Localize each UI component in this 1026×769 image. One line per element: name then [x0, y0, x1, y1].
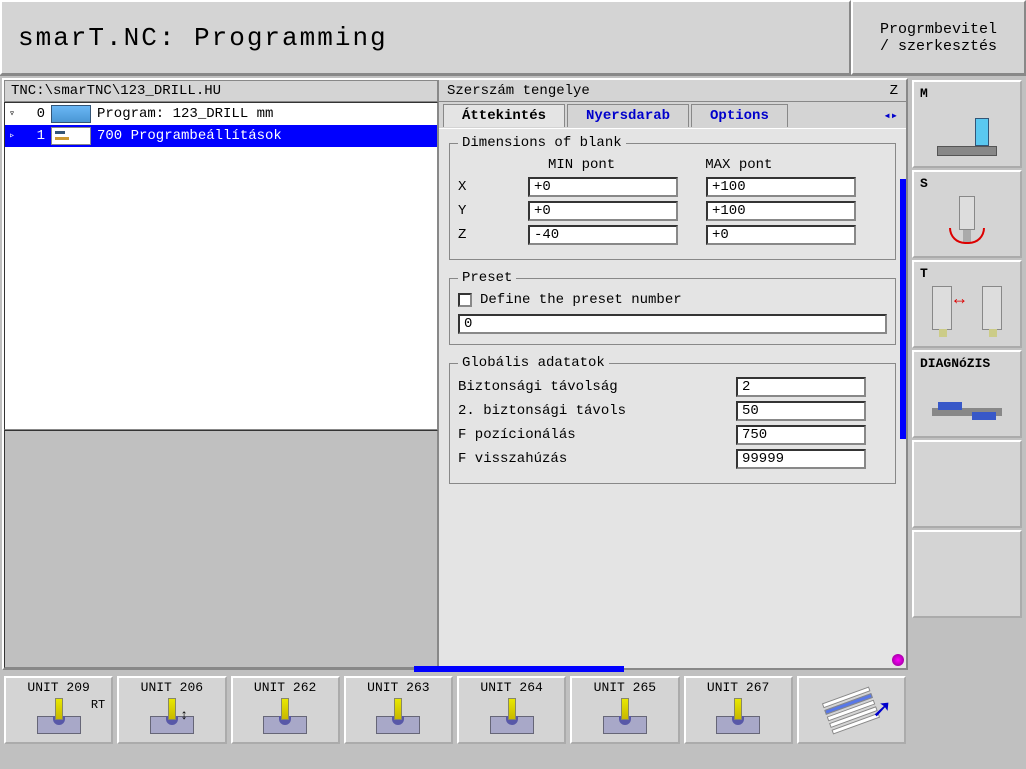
unit-icon: [708, 698, 768, 734]
mode-line2: / szerkesztés: [880, 38, 997, 55]
file-path: TNC:\smarTNC\123_DRILL.HU: [4, 80, 438, 102]
preset-checkbox[interactable]: [458, 293, 472, 307]
global-input[interactable]: [736, 425, 866, 445]
side-letter: M: [920, 86, 928, 101]
dimensions-fieldset: Dimensions of blank MIN pont MAX pont X …: [449, 135, 896, 260]
tree-label: Program: 123_DRILL mm: [97, 106, 273, 122]
app-title: smarT.NC: Programming: [0, 0, 851, 75]
global-fieldset: Globális adatatok Biztonsági távolság 2.…: [449, 355, 896, 484]
softkey-unit-262[interactable]: UNIT 262: [231, 676, 340, 744]
global-label: F visszahúzás: [458, 451, 736, 467]
tab-scroll-right-icon[interactable]: ◂▸: [880, 108, 902, 123]
global-input[interactable]: [736, 401, 866, 421]
softkey-label: UNIT 262: [254, 680, 316, 696]
unit-icon: [595, 698, 655, 734]
min-input-Y[interactable]: [528, 201, 678, 221]
side-button-diag[interactable]: DIAGNóZIS: [912, 350, 1022, 438]
preset-number-input[interactable]: [458, 314, 887, 334]
machine-icon: [937, 116, 997, 156]
graphic-preview: [4, 430, 438, 668]
global-input[interactable]: [736, 449, 866, 469]
unit-icon: [255, 698, 315, 734]
unit-icon: [368, 698, 428, 734]
max-input-X[interactable]: [706, 177, 856, 197]
softkey-unit-209[interactable]: UNIT 209 RT: [4, 676, 113, 744]
softkey-label: UNIT 209: [27, 680, 89, 696]
tab-options[interactable]: Options: [691, 104, 788, 127]
mode-line1: Progrmbevitel: [880, 21, 997, 38]
softkey-unit-267[interactable]: UNIT 267: [684, 676, 793, 744]
side-button-empty[interactable]: [912, 440, 1022, 528]
progress-indicator: [414, 666, 624, 672]
max-input-Z[interactable]: [706, 225, 856, 245]
softkey-unit-264[interactable]: UNIT 264: [457, 676, 566, 744]
softkey-label: UNIT 267: [707, 680, 769, 696]
softkey-label: UNIT 263: [367, 680, 429, 696]
side-letter: DIAGNóZIS: [920, 356, 990, 371]
unit-icon: [482, 698, 542, 734]
expand-icon[interactable]: ▹: [9, 130, 19, 142]
unit-icon: [29, 698, 89, 734]
corner-indicator-icon: [892, 654, 904, 666]
global-label: 2. biztonsági távols: [458, 403, 736, 419]
tree-item-icon: [51, 127, 91, 145]
tree-num: 0: [25, 106, 45, 122]
tab-nyersdarab[interactable]: Nyersdarab: [567, 104, 689, 127]
min-input-Z[interactable]: [528, 225, 678, 245]
form-header-value: Z: [890, 83, 898, 99]
scrollbar[interactable]: [900, 179, 906, 439]
diagnosis-icon: [932, 402, 1002, 422]
side-button-empty[interactable]: [912, 530, 1022, 618]
tab-áttekintés[interactable]: Áttekintés: [443, 104, 565, 127]
tree-row[interactable]: ▿ 0 Program: 123_DRILL mm: [5, 103, 437, 125]
unit-icon: ↕: [142, 698, 202, 734]
expand-icon[interactable]: ▿: [9, 108, 19, 120]
max-header: MAX pont: [705, 157, 772, 173]
spindle-icon: [947, 196, 987, 246]
softkey-unit-265[interactable]: UNIT 265: [570, 676, 679, 744]
side-button-machine[interactable]: M: [912, 80, 1022, 168]
softkey-unit-263[interactable]: UNIT 263: [344, 676, 453, 744]
dimensions-legend: Dimensions of blank: [458, 135, 626, 151]
global-input[interactable]: [736, 377, 866, 397]
arrow-icon: ➚: [873, 693, 890, 728]
tool-icon: ↔: [932, 286, 1002, 336]
side-letter: T: [920, 266, 928, 281]
axis-label: Z: [458, 227, 528, 243]
side-button-tool[interactable]: T↔: [912, 260, 1022, 348]
global-label: Biztonsági távolság: [458, 379, 736, 395]
softkey-label: UNIT 265: [594, 680, 656, 696]
tree-item-icon: [51, 105, 91, 123]
preset-legend: Preset: [458, 270, 516, 286]
softkey-nav[interactable]: ➚: [797, 676, 906, 744]
mode-display: Progrmbevitel / szerkesztés: [851, 0, 1026, 75]
softkey-rt: RT: [91, 698, 105, 712]
min-input-X[interactable]: [528, 177, 678, 197]
tree-num: 1: [25, 128, 45, 144]
axis-label: X: [458, 179, 528, 195]
tree-label: 700 Programbeállítások: [97, 128, 282, 144]
form-header-label: Szerszám tengelye: [447, 83, 590, 99]
softkey-label: UNIT 206: [141, 680, 203, 696]
tree-row[interactable]: ▹ 1 700 Programbeállítások: [5, 125, 437, 147]
program-tree[interactable]: ▿ 0 Program: 123_DRILL mm▹ 1 700 Program…: [4, 102, 438, 430]
min-header: MIN pont: [548, 157, 615, 173]
side-letter: S: [920, 176, 928, 191]
preset-check-label: Define the preset number: [480, 292, 682, 308]
side-button-spindle[interactable]: S: [912, 170, 1022, 258]
preset-fieldset: Preset Define the preset number: [449, 270, 896, 345]
global-legend: Globális adatatok: [458, 355, 609, 371]
softkey-label: UNIT 264: [480, 680, 542, 696]
axis-label: Y: [458, 203, 528, 219]
max-input-Y[interactable]: [706, 201, 856, 221]
global-label: F pozícionálás: [458, 427, 736, 443]
softkey-unit-206[interactable]: UNIT 206 ↕: [117, 676, 226, 744]
